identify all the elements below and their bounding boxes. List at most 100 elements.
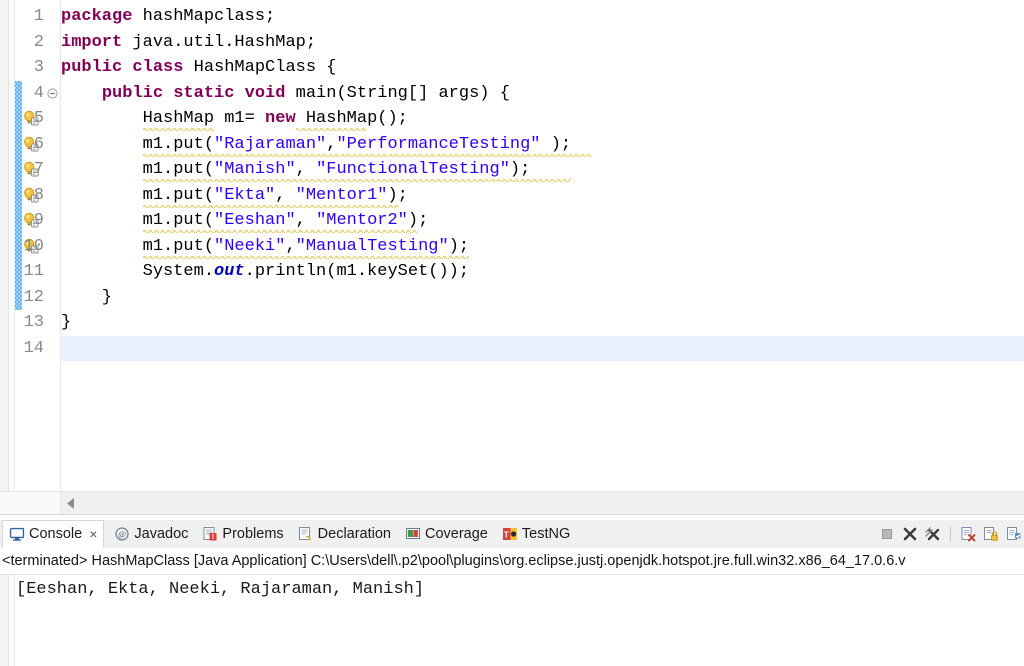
line-number: 10: [23, 236, 44, 256]
line-number-ruler: 1 2 3 4 5 6 7 8 9 10 11 12 13 14: [0, 0, 46, 491]
code-token-str: "Ekta": [214, 185, 276, 205]
code-token-plain: m1.put(: [61, 185, 215, 205]
tab-label: Coverage: [425, 525, 488, 542]
eclipse-ide-window: 1 2 3 4 5 6 7 8 9 10 11 12 13 14 package hashMapclass…: [0, 0, 1024, 666]
line-number: 13: [23, 313, 44, 332]
code-line[interactable]: import java.util.HashMap;: [61, 30, 316, 56]
line-number: 5: [33, 109, 44, 128]
tab-testng[interactable]: T TestNG: [496, 520, 576, 548]
svg-text:@: @: [118, 529, 126, 539]
code-line[interactable]: System.out.println(m1.keySet());: [61, 259, 469, 285]
code-token-plain: ,: [275, 185, 296, 205]
line-number: 14: [23, 338, 44, 358]
warning-underline: [142, 254, 469, 259]
console-view-panel: Console × @ Javadoc! Problems Declaration Cove…: [0, 520, 1024, 666]
code-line[interactable]: }: [61, 285, 112, 311]
fold-collapse-icon[interactable]: [47, 87, 58, 99]
line-number: 1: [33, 7, 44, 26]
warning-underline: [142, 127, 214, 131]
remove-all-terminated-icon[interactable]: [925, 526, 941, 542]
pin-console-icon[interactable]: [1006, 526, 1022, 542]
remove-launch-icon[interactable]: [902, 526, 918, 542]
line-number: 4: [33, 83, 44, 103]
tab-coverage[interactable]: Coverage: [399, 520, 494, 548]
console-output-text: [Eeshan, Ekta, Neeki, Rajaraman, Manish]: [16, 580, 425, 599]
tab-declaration[interactable]: Declaration: [292, 520, 397, 548]
code-token-plain: m1.put(: [61, 211, 215, 230]
code-token-str: "Manish": [214, 160, 296, 179]
tab-console[interactable]: Console ×: [2, 520, 105, 548]
launch-description-text: <terminated> HashMapClass [Java Applicat…: [2, 552, 906, 569]
code-token-plain: HashMapClass {: [183, 58, 337, 77]
code-token-plain: HashMap();: [295, 109, 408, 128]
line-number: 11: [23, 262, 44, 281]
warning-underline: [142, 229, 418, 233]
code-token-plain: ,: [295, 211, 317, 230]
code-token-plain: );: [448, 236, 470, 256]
code-token-kw: new: [265, 109, 296, 128]
tab-label: TestNG: [521, 525, 571, 542]
line-number: 3: [33, 58, 44, 77]
code-token-plain: m1.put(: [61, 134, 215, 154]
console-toolbar[interactable]: [879, 520, 1024, 548]
code-token-plain: }: [61, 313, 72, 332]
code-line[interactable]: public static void main(String[] args) {: [61, 81, 510, 107]
code-token-plain: java.util.HashMap;: [122, 32, 317, 52]
code-token-str: "ManualTesting": [295, 236, 449, 256]
problems-icon: !: [202, 526, 218, 542]
code-token-kw: public class: [61, 58, 184, 77]
code-token-str: "Rajaraman": [214, 134, 327, 154]
line-number: 12: [23, 287, 44, 307]
code-token-plain: );: [387, 185, 408, 205]
code-token-str: "Neeki": [214, 236, 286, 256]
folding-ruler[interactable]: [46, 0, 60, 491]
launch-description-line: <terminated> HashMapClass [Java Applicat…: [0, 548, 1024, 575]
code-token-kw: public static void: [101, 83, 286, 103]
line-number: 7: [33, 160, 44, 179]
warning-underline: [142, 178, 571, 182]
coverage-icon: [405, 526, 421, 542]
code-line[interactable]: }: [61, 310, 71, 336]
editor-bottom-border: [0, 514, 1024, 515]
code-token-plain: ,: [326, 134, 337, 154]
tab-problems[interactable]: ! Problems: [196, 520, 289, 548]
console-annotation-ruler: [0, 575, 9, 666]
code-token-plain: ,: [295, 160, 317, 179]
code-token-plain: );: [540, 134, 572, 154]
code-line[interactable]: public class HashMapClass {: [61, 55, 336, 81]
console-monitor-icon: [9, 526, 25, 542]
tab-label: Problems: [222, 525, 284, 542]
code-token-str: "FunctionalTesting": [316, 160, 510, 179]
code-token-str: "Mentor1": [295, 185, 388, 205]
code-token-plain: HashMap m1=: [61, 109, 266, 128]
console-output-area[interactable]: [Eeshan, Ekta, Neeki, Rajaraman, Manish]: [0, 575, 1024, 666]
tab-label: Declaration: [317, 525, 391, 542]
scroll-left-arrow-icon[interactable]: [61, 492, 81, 515]
code-token-plain: ,: [285, 236, 296, 256]
code-token-plain: main(String[] args) {: [285, 83, 510, 103]
editor-horizontal-scrollbar[interactable]: [0, 491, 1024, 515]
code-line[interactable]: package hashMapclass;: [61, 4, 275, 30]
code-text-area[interactable]: package hashMapclass; import java.util.Ha…: [61, 0, 1024, 491]
tab-javadoc[interactable]: @ Javadoc: [108, 520, 194, 548]
code-token-plain: System.: [61, 262, 215, 281]
scroll-lock-icon[interactable]: [983, 526, 999, 542]
terminate-icon[interactable]: [879, 526, 895, 542]
clear-console-icon[interactable]: [960, 526, 976, 542]
view-tab-bar[interactable]: Console × @ Javadoc! Problems Declaration Cove…: [0, 520, 1024, 549]
code-token-plain: );: [509, 160, 531, 179]
code-token-plain: m1.put(: [61, 236, 215, 256]
line-number: 6: [33, 134, 44, 154]
java-editor[interactable]: 1 2 3 4 5 6 7 8 9 10 11 12 13 14 package hashMapclass…: [0, 0, 1024, 520]
editor-viewport[interactable]: 1 2 3 4 5 6 7 8 9 10 11 12 13 14 package hashMapclass…: [0, 0, 1024, 491]
line-number: 2: [33, 32, 44, 52]
code-token-str: "Mentor2": [316, 211, 408, 230]
warning-underline: [142, 203, 398, 208]
line-number: 8: [33, 185, 44, 205]
tab-close-icon[interactable]: ×: [89, 527, 97, 541]
scrollbar-gutter-pad: [0, 492, 61, 515]
tab-label: Console: [29, 525, 83, 542]
code-token-plain: );: [407, 211, 429, 230]
svg-text:T: T: [504, 530, 510, 540]
